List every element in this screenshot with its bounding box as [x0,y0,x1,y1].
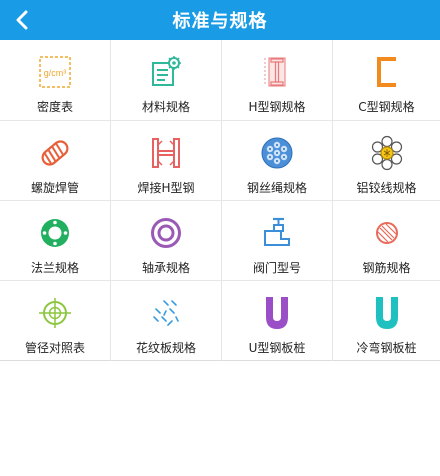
h-beam-icon [259,54,295,90]
grid-item-label: 材料规格 [141,100,190,114]
grid-item-label: 阀门型号 [252,261,301,275]
grid-item-label: U型钢板桩 [248,341,306,355]
c-channel-icon [369,54,405,90]
grid-item-label: 螺旋焊管 [30,181,79,195]
grid-item-label: 管径对照表 [24,341,85,355]
grid-item-aluminum-strand[interactable]: 铝铰线规格 [333,121,440,201]
u-sheet-pile-icon [259,295,295,331]
grid-item-label: H型钢规格 [248,100,306,114]
back-button[interactable] [8,6,36,34]
flange-icon [37,215,73,251]
pipe-diameter-icon [37,295,73,331]
header-bar: 标准与规格 [0,0,440,40]
back-arrow-icon [16,10,28,30]
density-icon: g/cm³ [37,54,73,90]
grid-item-label: 轴承规格 [141,261,190,275]
valve-icon [259,215,295,251]
welded-h-beam-icon [148,135,184,171]
cold-formed-pile-icon [369,295,405,331]
grid-item-valve[interactable]: 阀门型号 [222,201,333,281]
grid-item-material-spec[interactable]: 材料规格 [111,40,222,121]
pattern-plate-icon [148,295,184,331]
bearing-icon [148,215,184,251]
grid-item-cold-formed-pile[interactable]: 冷弯钢板桩 [333,281,440,361]
grid-item-label: 钢筋规格 [362,261,411,275]
page-title: 标准与规格 [172,11,268,32]
spec-grid: g/cm³ 密度表 材料规格 H型钢规格 C型钢规格 螺旋焊管 焊接H型钢 钢丝… [0,40,440,361]
grid-item-u-sheet-pile[interactable]: U型钢板桩 [222,281,333,361]
grid-item-rebar[interactable]: 钢筋规格 [333,201,440,281]
grid-item-flange[interactable]: 法兰规格 [0,201,111,281]
grid-item-density[interactable]: g/cm³ 密度表 [0,40,111,121]
grid-item-label: C型钢规格 [358,100,415,114]
grid-item-c-channel[interactable]: C型钢规格 [333,40,440,121]
grid-item-pattern-plate[interactable]: 花纹板规格 [111,281,222,361]
grid-item-label: 钢丝绳规格 [246,181,307,195]
grid-item-welded-h-beam[interactable]: 焊接H型钢 [111,121,222,201]
grid-item-label: 铝铰线规格 [356,181,417,195]
aluminum-strand-icon [369,135,405,171]
grid-item-pipe-diameter[interactable]: 管径对照表 [0,281,111,361]
grid-item-label: 冷弯钢板桩 [356,341,417,355]
spiral-pipe-icon [37,135,73,171]
grid-item-label: 密度表 [36,100,73,114]
grid-item-label: 焊接H型钢 [137,181,195,195]
grid-item-bearing[interactable]: 轴承规格 [111,201,222,281]
svg-text:g/cm³: g/cm³ [44,68,67,78]
grid-item-spiral-pipe[interactable]: 螺旋焊管 [0,121,111,201]
material-spec-icon [148,54,184,90]
grid-item-label: 法兰规格 [30,261,79,275]
grid-item-h-beam[interactable]: H型钢规格 [222,40,333,121]
grid-item-wire-rope[interactable]: 钢丝绳规格 [222,121,333,201]
rebar-icon [369,215,405,251]
grid-item-label: 花纹板规格 [135,341,196,355]
wire-rope-icon [259,135,295,171]
